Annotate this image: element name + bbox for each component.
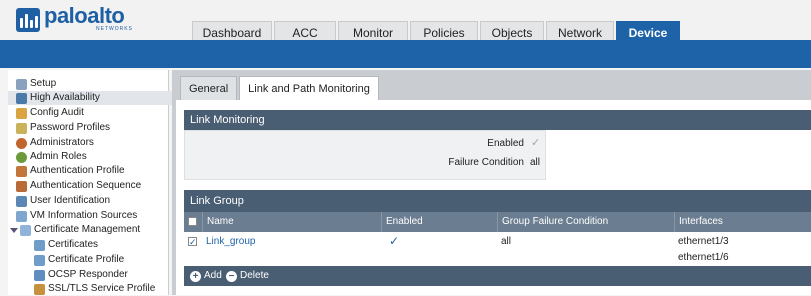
link-monitoring-header: Link Monitoring	[184, 110, 811, 130]
sidebar-item-authentication-profile[interactable]: Authentication Profile	[16, 164, 125, 178]
plus-icon: +	[190, 270, 201, 282]
minus-icon: −	[226, 270, 237, 282]
paloalto-logo-icon	[16, 8, 40, 32]
sidebar-item-label: Admin Roles	[30, 151, 87, 162]
delete-button[interactable]: − Delete	[226, 269, 269, 283]
sidebar-item-label: Password Profiles	[30, 122, 111, 133]
certificate-management-icon	[20, 224, 31, 236]
sidebar-item-label: Administrators	[30, 137, 94, 148]
subtabs: General Link and Path Monitoring	[172, 76, 381, 100]
sidebar-item-vm-information-sources[interactable]: VM Information Sources	[16, 209, 137, 223]
sidebar-item-label: Authentication Profile	[30, 165, 125, 176]
enabled-label: Enabled	[487, 138, 524, 149]
sidebar-item-label: Setup	[30, 78, 57, 89]
sidebar-item-label: User Identification	[30, 195, 111, 206]
administrators-icon	[16, 137, 27, 149]
row-select-checkbox[interactable]: ✓	[188, 237, 197, 247]
sidebar-item-label: Config Audit	[30, 107, 84, 118]
ssl-tls-service-profile-icon	[34, 283, 45, 295]
sidebar-item-label: Certificates	[48, 239, 99, 250]
sidebar-item-label: VM Information Sources	[30, 210, 138, 221]
column-header-name[interactable]: Name	[202, 212, 381, 232]
tab-monitor[interactable]: Monitor	[338, 21, 408, 42]
setup-icon	[16, 78, 27, 90]
sidebar-item-admin-roles[interactable]: Admin Roles	[16, 150, 87, 164]
sidebar-item-config-audit[interactable]: Config Audit	[16, 106, 84, 120]
sidebar-item-label: OCSP Responder	[48, 269, 128, 280]
row-interface: ethernet1/6	[678, 252, 729, 263]
high-availability-icon	[16, 92, 27, 104]
sidebar-item-authentication-sequence[interactable]: Authentication Sequence	[16, 179, 141, 193]
column-header-interfaces[interactable]: Interfaces	[674, 212, 811, 232]
table-row[interactable]: ✓ Link_group ✓ all ethernet1/3 ethernet1…	[184, 232, 811, 266]
table-toolbar: + Add − Delete	[184, 266, 811, 286]
column-header-group-failure-condition[interactable]: Group Failure Condition	[497, 212, 674, 232]
sidebar: Setup High Availability Config Audit Pas…	[8, 70, 176, 296]
certificate-profile-icon	[34, 254, 45, 266]
sidebar-item-certificate-management[interactable]: Certificate Management	[10, 223, 140, 237]
tab-acc[interactable]: ACC	[274, 21, 336, 42]
certificates-icon	[34, 239, 45, 251]
table-header: Name Enabled Group Failure Condition Int…	[184, 212, 811, 232]
sidebar-item-label: SSL/TLS Service Profile	[48, 283, 156, 294]
tab-dashboard[interactable]: Dashboard	[192, 21, 272, 42]
sidebar-item-label: Certificate Profile	[48, 254, 125, 265]
authentication-profile-icon	[16, 165, 27, 177]
column-header-enabled[interactable]: Enabled	[381, 212, 497, 232]
authentication-sequence-icon	[16, 180, 27, 192]
chevron-down-icon[interactable]	[10, 227, 18, 233]
sidebar-item-password-profiles[interactable]: Password Profiles	[16, 121, 110, 135]
sidebar-item-high-availability[interactable]: High Availability	[8, 91, 176, 105]
nav-bar	[0, 40, 811, 68]
vm-information-sources-icon	[16, 210, 27, 222]
sidebar-item-ocsp-responder[interactable]: OCSP Responder	[34, 268, 128, 282]
failure-condition-value: all	[530, 157, 541, 168]
link-group-header: Link Group	[184, 190, 811, 212]
ocsp-responder-icon	[34, 269, 45, 281]
brand-logo: paloalto NETWORKS	[16, 4, 133, 38]
add-button[interactable]: + Add	[190, 269, 222, 283]
top-header: paloalto NETWORKS Dashboard ACC Monitor …	[0, 0, 811, 42]
config-audit-icon	[16, 107, 27, 119]
row-failure-condition: all	[501, 236, 512, 247]
tab-device[interactable]: Device	[616, 21, 680, 42]
subtab-link-and-path-monitoring[interactable]: Link and Path Monitoring	[239, 76, 379, 100]
add-label: Add	[204, 270, 222, 281]
row-interface: ethernet1/3	[678, 236, 729, 247]
sidebar-item-certificates[interactable]: Certificates	[34, 238, 98, 252]
delete-label: Delete	[240, 270, 269, 281]
sidebar-item-user-identification[interactable]: User Identification	[16, 194, 110, 208]
sidebar-item-administrators[interactable]: Administrators	[16, 136, 94, 150]
admin-roles-icon	[16, 151, 27, 163]
sidebar-item-setup[interactable]: Setup	[16, 77, 56, 91]
row-enabled-check-icon: ✓	[389, 234, 400, 248]
sidebar-item-ssl-tls-service-profile[interactable]: SSL/TLS Service Profile	[34, 282, 155, 296]
main-tabs: Dashboard ACC Monitor Policies Objects N…	[192, 21, 682, 42]
password-profiles-icon	[16, 122, 27, 134]
brand-name: paloalto	[44, 3, 125, 28]
link-group-name-link[interactable]: Link_group	[206, 236, 255, 247]
tab-policies[interactable]: Policies	[410, 21, 478, 42]
select-all-checkbox[interactable]	[188, 217, 197, 226]
brand-sub: NETWORKS	[96, 26, 133, 32]
sidebar-item-label: Certificate Management	[34, 224, 141, 235]
subtab-general[interactable]: General	[180, 76, 238, 100]
failure-condition-label: Failure Condition	[448, 157, 524, 168]
user-identification-icon	[16, 195, 27, 207]
select-all-cell	[184, 212, 202, 232]
link-monitoring-enabled-checkbox[interactable]: ✓	[531, 138, 541, 149]
sidebar-item-label: High Availability	[30, 92, 100, 103]
sidebar-item-certificate-profile[interactable]: Certificate Profile	[34, 253, 124, 267]
tab-network[interactable]: Network	[546, 21, 614, 42]
tab-objects[interactable]: Objects	[480, 21, 544, 42]
sidebar-item-label: Authentication Sequence	[30, 180, 142, 191]
